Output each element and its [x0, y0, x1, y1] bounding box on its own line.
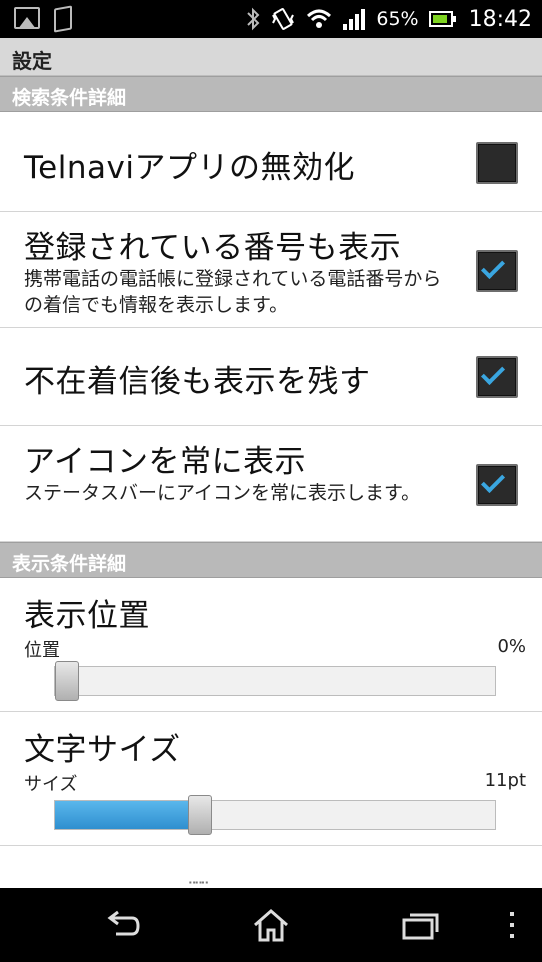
partial-item-text: -̈ ̈ ̈ — [190, 878, 210, 888]
check-icon — [480, 254, 506, 280]
notification-icons — [14, 5, 72, 33]
action-bar: 設定 — [0, 38, 542, 76]
navigation-bar — [0, 888, 542, 962]
pref-keep-after-missed[interactable]: 不在着信後も表示を残す — [0, 328, 542, 426]
back-icon — [107, 910, 140, 936]
menu-icon — [510, 912, 514, 938]
pref-display-position[interactable]: 表示位置 位置 0% — [0, 578, 542, 712]
pref-disable-app[interactable]: Telnaviアプリの無効化 — [0, 112, 542, 212]
check-icon — [480, 360, 506, 386]
pref-partial[interactable]: -̈ ̈ ̈ — [0, 846, 542, 888]
battery-icon — [428, 11, 456, 27]
pref-title: アイコンを常に表示 — [24, 444, 306, 480]
section-header-label: 表示条件詳細 — [12, 553, 127, 575]
pref-title: 表示位置 — [24, 598, 150, 634]
checkbox-keep-after-missed[interactable] — [476, 356, 518, 398]
recent-apps-icon — [402, 913, 439, 940]
slider-value: 0% — [497, 636, 526, 657]
system-icons: 65% 18:42 — [246, 0, 532, 38]
checkbox-show-registered[interactable] — [476, 250, 518, 292]
battery-percent: 65% — [376, 8, 419, 30]
settings-list[interactable]: 検索条件詳細 Telnaviアプリの無効化 登録されている番号も表示 携帯電話の… — [0, 76, 542, 888]
slider-track-position[interactable] — [54, 661, 496, 701]
home-button[interactable] — [241, 902, 301, 948]
pref-show-registered[interactable]: 登録されている番号も表示 携帯電話の電話帳に登録されている電話番号からの着信でも… — [0, 212, 542, 328]
check-icon — [480, 468, 506, 494]
recent-apps-button[interactable] — [390, 902, 450, 948]
back-button[interactable] — [92, 902, 152, 948]
slider-label: 位置 — [24, 640, 60, 661]
section-header-search: 検索条件詳細 — [0, 76, 542, 112]
pref-always-show-icon[interactable]: アイコンを常に表示 ステータスバーにアイコンを常に表示します。 — [0, 426, 542, 542]
pref-font-size[interactable]: 文字サイズ サイズ 11pt — [0, 712, 542, 846]
phone-icon — [54, 5, 72, 33]
wifi-icon — [307, 9, 332, 28]
slider-thumb[interactable] — [188, 795, 212, 835]
clock: 18:42 — [468, 6, 532, 32]
slider-track-font-size[interactable] — [54, 795, 496, 835]
pref-title: 不在着信後も表示を残す — [24, 364, 371, 400]
bluetooth-icon — [247, 7, 260, 31]
vibrate-icon — [272, 8, 295, 30]
slider-label: サイズ — [24, 774, 78, 795]
home-icon — [254, 909, 288, 942]
pref-title: 登録されている番号も表示 — [24, 230, 402, 266]
section-header-label: 検索条件詳細 — [12, 87, 127, 109]
checkbox-always-show-icon[interactable] — [476, 464, 518, 506]
page-title: 設定 — [12, 49, 52, 73]
slider-thumb[interactable] — [55, 661, 79, 701]
pref-title: Telnaviアプリの無効化 — [24, 150, 355, 186]
pref-title: 文字サイズ — [24, 732, 181, 768]
status-bar: 65% 18:42 — [0, 0, 542, 38]
menu-button[interactable] — [482, 902, 542, 948]
slider-fill — [55, 801, 200, 829]
section-header-display: 表示条件詳細 — [0, 542, 542, 578]
checkbox-disable-app[interactable] — [476, 142, 518, 184]
slider-value: 11pt — [484, 770, 526, 791]
gallery-icon — [14, 7, 40, 29]
pref-summary: ステータスバーにアイコンを常に表示します。 — [24, 482, 421, 504]
signal-icon — [343, 9, 366, 30]
pref-summary: 携帯電話の電話帳に登録されている電話番号からの着信でも情報を表示します。 — [24, 268, 442, 316]
